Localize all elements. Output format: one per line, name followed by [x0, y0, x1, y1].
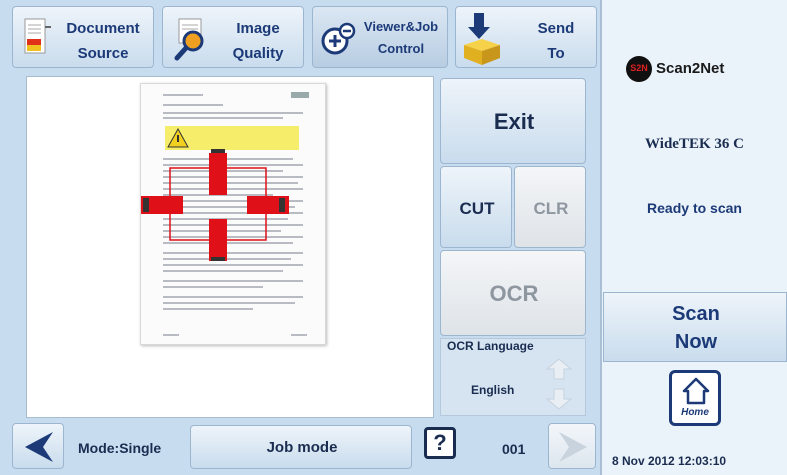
- arrow-right-icon: [559, 432, 587, 462]
- send-to-line1: Send: [537, 20, 575, 37]
- image-quality-line1: Image: [236, 20, 280, 37]
- arrow-left-icon: [25, 432, 53, 462]
- clr-label: CLR: [533, 199, 569, 218]
- job-mode-button[interactable]: Job mode: [190, 425, 412, 469]
- zoom-out-icon: [321, 22, 356, 55]
- exit-button[interactable]: Exit: [440, 78, 586, 164]
- image-quality-line2: Quality: [232, 45, 284, 62]
- cut-label: CUT: [459, 199, 495, 218]
- language-up-icon[interactable]: [545, 357, 573, 381]
- send-to-button[interactable]: Send To: [455, 6, 597, 68]
- help-button[interactable]: ?: [424, 427, 456, 459]
- send-box-icon: [464, 13, 500, 65]
- preview-area[interactable]: [26, 76, 434, 418]
- exit-label: Exit: [493, 109, 535, 134]
- scan-now-button[interactable]: Scan Now: [603, 292, 787, 362]
- scan2net-logo: S2N Scan2Net: [626, 56, 766, 84]
- scan-now-line1: Scan: [672, 303, 720, 325]
- home-icon: [682, 377, 710, 405]
- s2n-badge: S2N: [626, 56, 652, 82]
- scan2net-text: Scan2Net: [656, 60, 725, 77]
- magnifier-icon: [174, 18, 204, 61]
- document-source-icon: [24, 18, 51, 54]
- status-text: Ready to scan: [647, 200, 742, 216]
- page-number: 001: [502, 441, 526, 457]
- language-down-icon[interactable]: [545, 387, 573, 411]
- ocr-language-label: OCR Language: [447, 339, 534, 353]
- datetime: 8 Nov 2012 12:03:10: [612, 454, 727, 468]
- cut-button[interactable]: CUT: [440, 166, 512, 248]
- mode-label: Mode:Single: [78, 440, 162, 456]
- document-source-line1: Document: [66, 20, 140, 37]
- crop-selection[interactable]: [139, 143, 299, 265]
- ocr-button[interactable]: OCR: [440, 250, 586, 336]
- clr-button[interactable]: CLR: [514, 166, 586, 248]
- home-button[interactable]: Home: [669, 370, 721, 426]
- ocr-label: OCR: [489, 281, 539, 306]
- document-source-button[interactable]: Document Source: [12, 6, 154, 68]
- next-button[interactable]: [548, 423, 596, 469]
- viewer-job-control-button[interactable]: Viewer&Job Control: [312, 6, 448, 68]
- device-name: WideTEK 36 C: [645, 136, 744, 152]
- job-mode-label: Job mode: [266, 439, 338, 456]
- viewer-job-line2: Control: [377, 41, 425, 56]
- ocr-language-value: English: [471, 383, 515, 397]
- image-quality-button[interactable]: Image Quality: [162, 6, 304, 68]
- ocr-language-panel: OCR Language English: [440, 338, 586, 416]
- scan-now-line2: Now: [674, 331, 718, 353]
- help-icon: ?: [433, 430, 447, 455]
- viewer-job-line1: Viewer&Job: [363, 19, 439, 34]
- send-to-line2: To: [547, 45, 565, 62]
- back-button[interactable]: [12, 423, 64, 469]
- document-source-line2: Source: [77, 45, 129, 62]
- home-label: Home: [681, 407, 709, 418]
